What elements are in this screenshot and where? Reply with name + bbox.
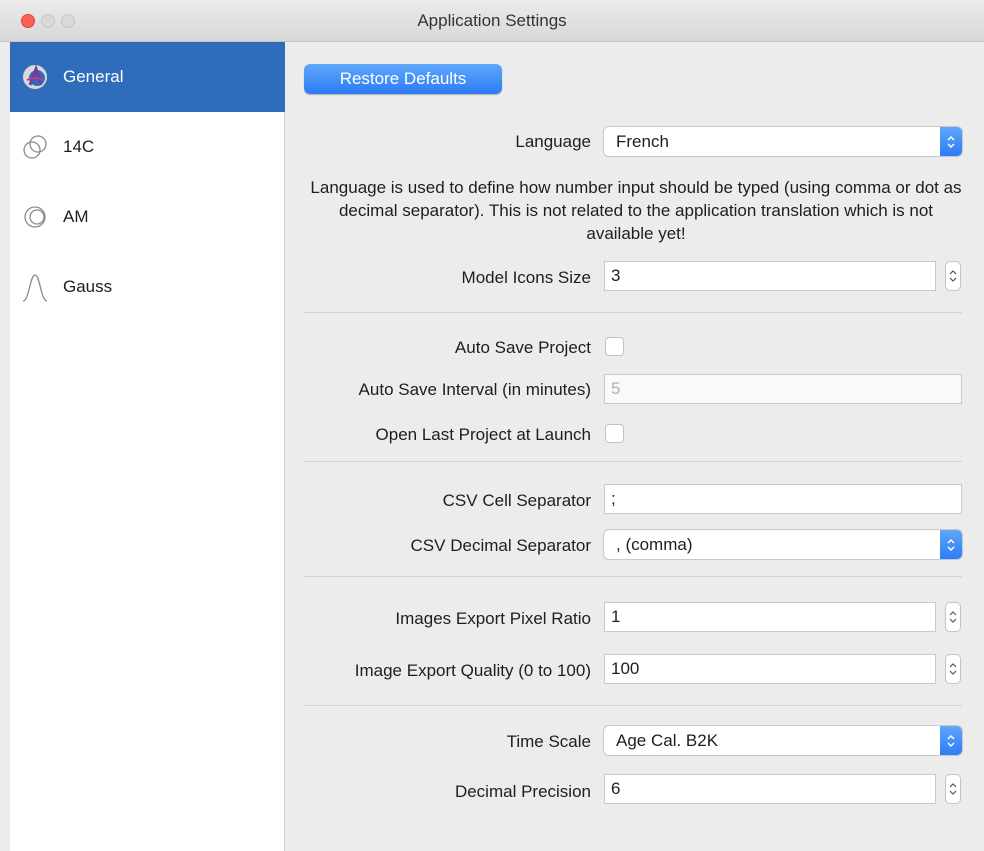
sidebar-item-general[interactable]: General xyxy=(10,42,285,112)
images-export-pixel-ratio-label: Images Export Pixel Ratio xyxy=(395,609,591,628)
sidebar-item-14c[interactable]: 14C xyxy=(10,112,285,182)
general-logo-icon xyxy=(18,60,52,94)
image-export-quality-input[interactable] xyxy=(604,654,936,684)
decimal-precision-stepper[interactable] xyxy=(945,774,961,804)
section-divider xyxy=(304,576,962,577)
stepper-arrows-icon xyxy=(949,270,957,282)
sidebar-item-label: General xyxy=(63,67,124,86)
auto-save-project-checkbox[interactable] xyxy=(605,337,624,356)
general-settings-panel: Restore Defaults Language French Languag… xyxy=(286,42,984,851)
auto-save-project-label: Auto Save Project xyxy=(454,338,591,357)
language-label: Language xyxy=(515,132,591,151)
decimal-precision-input[interactable] xyxy=(604,774,936,804)
sidebar-item-gauss[interactable]: Gauss xyxy=(10,252,285,322)
section-divider xyxy=(304,312,962,313)
sidebar-item-label: 14C xyxy=(63,137,95,156)
gauss-curve-icon xyxy=(18,270,52,304)
csv-decimal-separator-value: , (comma) xyxy=(616,535,693,554)
csv-cell-separator-label: CSV Cell Separator xyxy=(442,491,591,510)
sidebar-item-label: AM xyxy=(63,207,89,226)
language-note: Language is used to define how number in… xyxy=(310,178,962,243)
language-value: French xyxy=(616,132,669,151)
decimal-precision-label: Decimal Precision xyxy=(454,782,591,801)
am-icon xyxy=(18,200,52,234)
restore-defaults-button[interactable]: Restore Defaults xyxy=(304,64,502,94)
window-title: Application Settings xyxy=(417,11,567,30)
14c-icon xyxy=(18,130,52,164)
csv-decimal-separator-select[interactable]: , (comma) xyxy=(604,530,962,559)
language-select[interactable]: French xyxy=(604,127,962,156)
settings-window: Application Settings General 14C AM Gaus… xyxy=(0,0,984,851)
model-icons-size-input[interactable] xyxy=(604,261,936,291)
settings-sidebar: General 14C AM Gauss xyxy=(10,42,285,851)
sidebar-item-am[interactable]: AM xyxy=(10,182,285,252)
csv-cell-separator-input[interactable] xyxy=(604,484,962,514)
time-scale-value: Age Cal. B2K xyxy=(616,731,719,750)
sidebar-item-label: Gauss xyxy=(63,277,113,296)
time-scale-select[interactable]: Age Cal. B2K xyxy=(604,726,962,755)
image-export-quality-label: Image Export Quality (0 to 100) xyxy=(354,661,591,680)
auto-save-interval-input[interactable] xyxy=(604,374,962,404)
time-scale-label: Time Scale xyxy=(506,732,591,751)
section-divider xyxy=(304,705,962,706)
auto-save-interval-label: Auto Save Interval (in minutes) xyxy=(358,380,591,399)
select-chevrons-icon xyxy=(940,530,962,559)
image-export-quality-stepper[interactable] xyxy=(945,654,961,684)
images-export-pixel-ratio-stepper[interactable] xyxy=(945,602,961,632)
model-icons-size-label: Model Icons Size xyxy=(461,268,591,287)
stepper-arrows-icon xyxy=(949,783,957,795)
stepper-arrows-icon xyxy=(949,611,957,623)
images-export-pixel-ratio-input[interactable] xyxy=(604,602,936,632)
select-chevrons-icon xyxy=(940,127,962,156)
open-last-project-checkbox[interactable] xyxy=(605,424,624,443)
csv-decimal-separator-label: CSV Decimal Separator xyxy=(410,536,591,555)
section-divider xyxy=(304,461,962,462)
select-chevrons-icon xyxy=(940,726,962,755)
open-last-project-label: Open Last Project at Launch xyxy=(375,425,591,444)
stepper-arrows-icon xyxy=(949,663,957,675)
model-icons-size-stepper[interactable] xyxy=(945,261,961,291)
title-bar: Application Settings xyxy=(0,0,984,42)
